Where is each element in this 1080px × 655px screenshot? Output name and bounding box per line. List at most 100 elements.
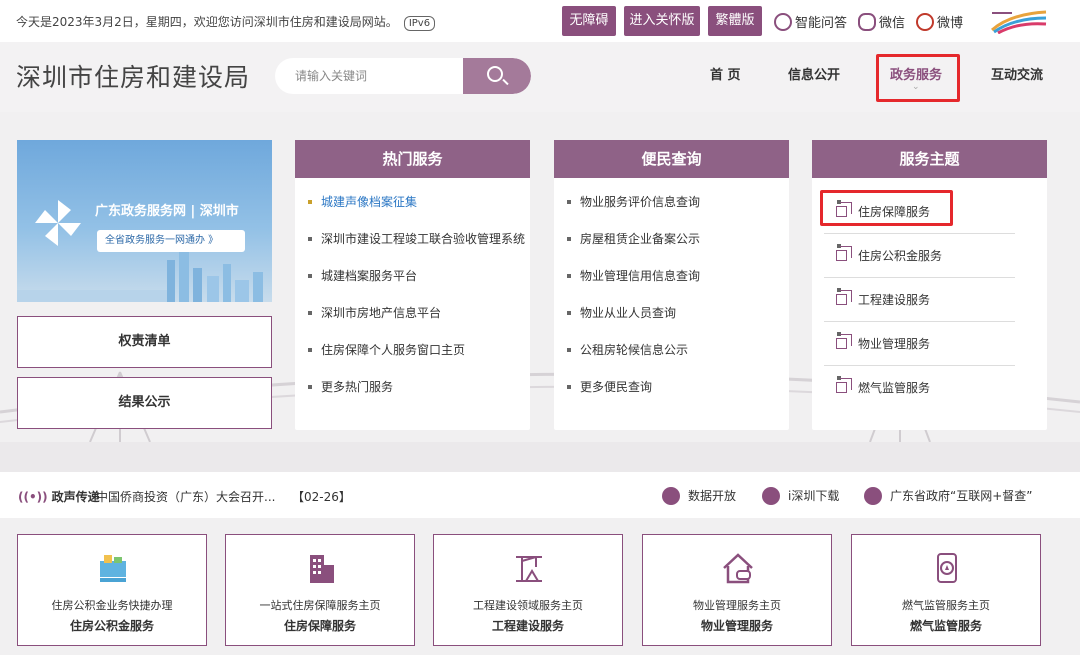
open-data-link[interactable]: 数据开放 <box>662 487 736 505</box>
responsibility-list-button[interactable]: 权责清单 <box>17 316 272 368</box>
hot-services-title: 热门服务 <box>295 140 530 178</box>
ishenzhen-download-link[interactable]: i深圳下载 <box>762 487 839 505</box>
card-construction[interactable]: 工程建设领域服务主页 工程建设服务 <box>433 534 623 646</box>
open-data-label: 数据开放 <box>688 489 737 503</box>
building-icon <box>310 555 334 583</box>
theme-housing-fund[interactable]: 住房公积金服务 <box>824 234 1015 278</box>
broadcast-icon: ((•)) <box>18 490 48 504</box>
hot-service-item[interactable]: 城建档案服务平台 <box>295 264 530 301</box>
card-gas-supervision[interactable]: 燃气监管服务主页 燃气监管服务 <box>851 534 1041 646</box>
query-item[interactable]: 物业从业人员查询 <box>554 301 789 338</box>
news-date: 【02-26】 <box>292 490 351 504</box>
banner-title: 广东政务服务网 | 深圳市 <box>95 204 239 219</box>
card-subtitle: 工程建设领域服务主页 <box>473 599 583 612</box>
city-skyline <box>17 250 263 302</box>
house-chat-icon <box>723 553 753 584</box>
theme-construction[interactable]: 工程建设服务 <box>824 278 1015 322</box>
public-query-title: 便民查询 <box>554 140 789 178</box>
data-open-icon <box>662 487 680 505</box>
internet-supervision-label: 广东省政府“互联网+督查” <box>890 489 1033 503</box>
site-title: 深圳市住房和建设局 <box>16 63 251 92</box>
service-themes-panel: 服务主题 住房保障服务 住房公积金服务 工程建设服务 物业管理服务 燃气监管服务 <box>812 140 1047 430</box>
card-title: 燃气监管服务 <box>909 619 982 633</box>
housing-fund-icon <box>100 555 126 582</box>
public-query-panel: 便民查询 物业服务评价信息查询 房屋租赁企业备案公示 物业管理信用信息查询 物业… <box>554 140 789 430</box>
more-queries-link[interactable]: 更多便民查询 <box>554 375 789 412</box>
copy-window-icon <box>836 378 852 393</box>
hot-service-item[interactable]: 住房保障个人服务窗口主页 <box>295 338 530 375</box>
service-cards: 住房公积金业务快捷办理 住房公积金服务 一站式住房保障服务主页 住房保障服务 工… <box>0 518 1080 655</box>
theme-highlight-box <box>820 190 953 226</box>
card-title: 工程建设服务 <box>491 619 564 633</box>
copy-window-icon <box>836 290 852 305</box>
gas-meter-icon <box>937 553 957 583</box>
more-hot-services-link[interactable]: 更多热门服务 <box>295 375 530 412</box>
card-title: 住房保障服务 <box>283 619 356 633</box>
accessibility-button[interactable]: 无障碍 <box>562 6 616 36</box>
result-publication-button[interactable]: 结果公示 <box>17 377 272 429</box>
news-bar: ((•)) 政声传递 中国侨商投资（广东）大会召开... 【02-26】 数据开放… <box>0 472 1080 518</box>
hot-service-item[interactable]: 城建声像档案征集 <box>295 190 530 227</box>
nav-home[interactable]: 首 页 <box>710 64 741 83</box>
hot-services-panel: 热门服务 城建声像档案征集 深圳市建设工程竣工联合验收管理系统 城建档案服务平台… <box>295 140 530 430</box>
query-item[interactable]: 物业管理信用信息查询 <box>554 264 789 301</box>
smart-qa-link[interactable]: 智能问答 <box>774 12 847 31</box>
nav-info-disclosure[interactable]: 信息公开 <box>788 64 840 83</box>
search-input[interactable] <box>275 58 465 94</box>
copy-window-icon <box>836 246 852 261</box>
weibo-icon <box>916 13 934 31</box>
welcome-date-text: 今天是2023年3月2日，星期四，欢迎您访问深圳市住房和建设局网站。 IPv6 <box>16 13 436 31</box>
theme-label: 住房公积金服务 <box>858 249 943 263</box>
traditional-chinese-button[interactable]: 繁體版 <box>708 6 762 36</box>
theme-gas-supervision[interactable]: 燃气监管服务 <box>824 366 1015 410</box>
hot-service-item[interactable]: 深圳市房地产信息平台 <box>295 301 530 338</box>
ishenzhen-label: i深圳下载 <box>788 489 840 503</box>
theme-label: 物业管理服务 <box>858 337 931 351</box>
card-housing-fund[interactable]: 住房公积金业务快捷办理 住房公积金服务 <box>17 534 207 646</box>
card-title: 物业管理服务 <box>700 619 773 633</box>
theme-property-management[interactable]: 物业管理服务 <box>824 322 1015 366</box>
gd-gov-emblem-icon <box>864 487 882 505</box>
top-bar: 今天是2023年3月2日，星期四，欢迎您访问深圳市住房和建设局网站。 IPv6 无… <box>0 0 1080 42</box>
card-subtitle: 住房公积金业务快捷办理 <box>51 599 173 612</box>
news-headline-link[interactable]: 中国侨商投资（广东）大会召开... <box>96 488 275 505</box>
robot-icon <box>774 13 792 31</box>
card-housing-security[interactable]: 一站式住房保障服务主页 住房保障服务 <box>225 534 415 646</box>
nav-interaction[interactable]: 互动交流 <box>991 64 1043 83</box>
search-box <box>275 58 531 94</box>
nav-highlight-box <box>876 54 960 102</box>
guangdong-pinwheel-icon <box>35 200 81 246</box>
query-item[interactable]: 房屋租赁企业备案公示 <box>554 227 789 264</box>
ipv6-badge: IPv6 <box>403 16 436 31</box>
query-item[interactable]: 物业服务评价信息查询 <box>554 190 789 227</box>
shenzhen-logo[interactable] <box>990 8 1048 34</box>
care-mode-button[interactable]: 进入关怀版 <box>624 6 700 36</box>
query-item[interactable]: 公租房轮候信息公示 <box>554 338 789 375</box>
card-subtitle: 一站式住房保障服务主页 <box>259 599 381 612</box>
news-label-text: 政声传递 <box>51 490 100 504</box>
banner-pill-button[interactable]: 全省政务服务一网通办 》 <box>97 230 245 252</box>
card-subtitle: 燃气监管服务主页 <box>902 599 990 612</box>
wechat-label: 微信 <box>879 16 906 31</box>
wechat-link[interactable]: 微信 <box>858 12 905 31</box>
crane-icon <box>516 556 542 582</box>
card-subtitle: 物业管理服务主页 <box>693 599 781 612</box>
date-text: 今天是2023年3月2日，星期四，欢迎您访问深圳市住房和建设局网站。 <box>16 15 398 29</box>
theme-label: 工程建设服务 <box>858 293 931 307</box>
site-header: 深圳市住房和建设局 首 页 信息公开 政务服务 ⌄ 互动交流 <box>0 42 1080 112</box>
internet-supervision-link[interactable]: 广东省政府“互联网+督查” <box>864 487 1033 505</box>
weibo-label: 微博 <box>937 16 964 31</box>
copy-window-icon <box>836 334 852 349</box>
search-icon <box>487 66 503 82</box>
guangdong-gov-service-banner[interactable]: 广东政务服务网 | 深圳市 全省政务服务一网通办 》 <box>17 140 272 302</box>
theme-label: 燃气监管服务 <box>858 381 931 395</box>
wechat-icon <box>858 13 876 31</box>
weibo-link[interactable]: 微博 <box>916 12 963 31</box>
hot-service-item[interactable]: 深圳市建设工程竣工联合验收管理系统 <box>295 227 530 264</box>
service-themes-title: 服务主题 <box>812 140 1047 178</box>
main-content: 广东政务服务网 | 深圳市 全省政务服务一网通办 》 权责清单 结果公示 热门服… <box>0 112 1080 472</box>
search-button[interactable] <box>463 58 531 94</box>
card-property-management[interactable]: 物业管理服务主页 物业管理服务 <box>642 534 832 646</box>
ishenzhen-icon <box>762 487 780 505</box>
card-title: 住房公积金服务 <box>69 619 154 633</box>
